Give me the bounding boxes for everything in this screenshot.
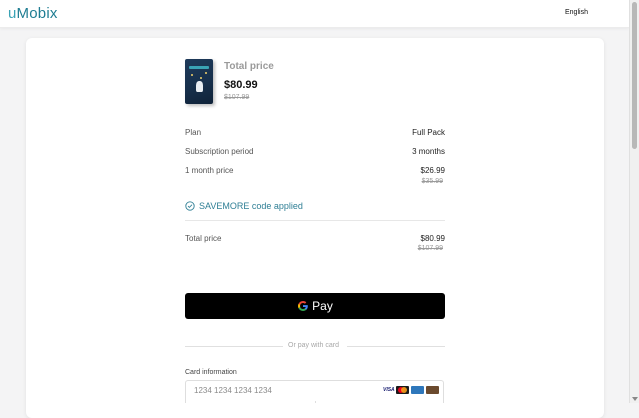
logo-prefix: u: [8, 5, 17, 22]
plan-label: Plan: [185, 128, 202, 137]
separator-line-right: [347, 346, 445, 347]
summary-divider: [185, 220, 445, 221]
total-price-old: $107.99: [417, 245, 443, 252]
total-price-value: $80.99: [420, 234, 445, 243]
google-pay-button[interactable]: Pay: [185, 293, 445, 319]
card-number-placeholder: 1234 1234 1234 1234: [194, 386, 272, 395]
google-g-icon: [298, 301, 308, 311]
month-price-old: $35.99: [421, 178, 443, 185]
summary-total-label: Total price: [224, 61, 274, 72]
total-price-label: Total price: [185, 234, 222, 243]
umobix-logo[interactable]: uMobix: [8, 5, 58, 22]
language-selector[interactable]: English: [565, 9, 588, 16]
scroll-down-arrow-icon[interactable]: [632, 397, 638, 401]
page-scrollbar[interactable]: [629, 0, 639, 403]
google-pay-label: Pay: [312, 299, 333, 313]
amex-icon: [411, 386, 424, 394]
product-box-image: [185, 59, 213, 104]
month-price-label: 1 month price: [185, 166, 234, 175]
visa-icon: VISA: [383, 387, 395, 393]
top-navigation-bar: uMobix English: [0, 0, 629, 28]
promo-text: SAVEMORE code applied: [199, 201, 303, 211]
card-number-input[interactable]: 1234 1234 1234 1234 VISA: [185, 380, 444, 403]
mastercard-icon: [396, 386, 409, 394]
card-information-label: Card information: [185, 369, 237, 376]
subscription-period-label: Subscription period: [185, 147, 254, 156]
discover-icon: [426, 386, 439, 394]
plan-value: Full Pack: [412, 128, 445, 137]
subscription-period-value: 3 months: [412, 147, 445, 156]
check-circle-icon: [185, 201, 195, 211]
promo-code-status: SAVEMORE code applied: [185, 201, 303, 211]
pay-with-card-separator: Or pay with card: [288, 342, 339, 349]
separator-line-left: [185, 346, 283, 347]
logo-text: Mobix: [16, 5, 58, 22]
summary-total-price: $80.99: [224, 79, 258, 91]
summary-old-price: $107.99: [224, 94, 250, 101]
scrollbar-thumb[interactable]: [632, 2, 637, 149]
month-price-value: $26.99: [420, 166, 445, 175]
checkout-card: [26, 38, 604, 418]
